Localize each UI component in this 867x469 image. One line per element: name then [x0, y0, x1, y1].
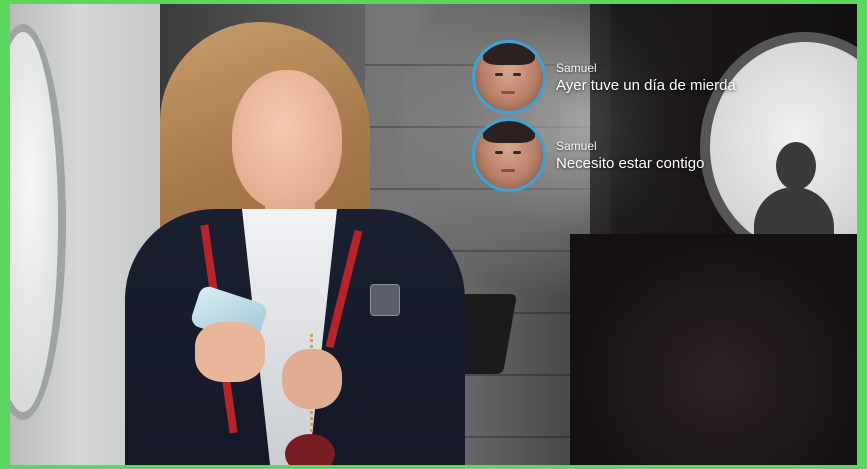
person-hand — [282, 349, 342, 409]
user-avatar-icon — [472, 40, 546, 114]
person-hand — [195, 322, 265, 382]
notification-message: Necesito estar contigo — [556, 154, 705, 172]
user-avatar-icon — [472, 118, 546, 192]
notification-sender: Samuel — [556, 60, 597, 75]
person-face — [232, 70, 342, 210]
scene-image: Samuel Ayer tuve un día de mierda Samuel… — [10, 4, 857, 465]
silhouette-head — [776, 142, 816, 190]
floor-shadow — [570, 234, 857, 465]
message-notification[interactable]: Samuel Necesito estar contigo — [472, 118, 704, 192]
message-notification[interactable]: Samuel Ayer tuve un día de mierda — [472, 40, 736, 114]
notification-content: Samuel Ayer tuve un día de mierda — [556, 61, 736, 94]
notification-sender: Samuel — [556, 138, 597, 153]
notification-content: Samuel Necesito estar contigo — [556, 139, 704, 172]
notification-message: Ayer tuve un día de mierda — [556, 76, 736, 94]
blazer-badge — [370, 284, 400, 316]
